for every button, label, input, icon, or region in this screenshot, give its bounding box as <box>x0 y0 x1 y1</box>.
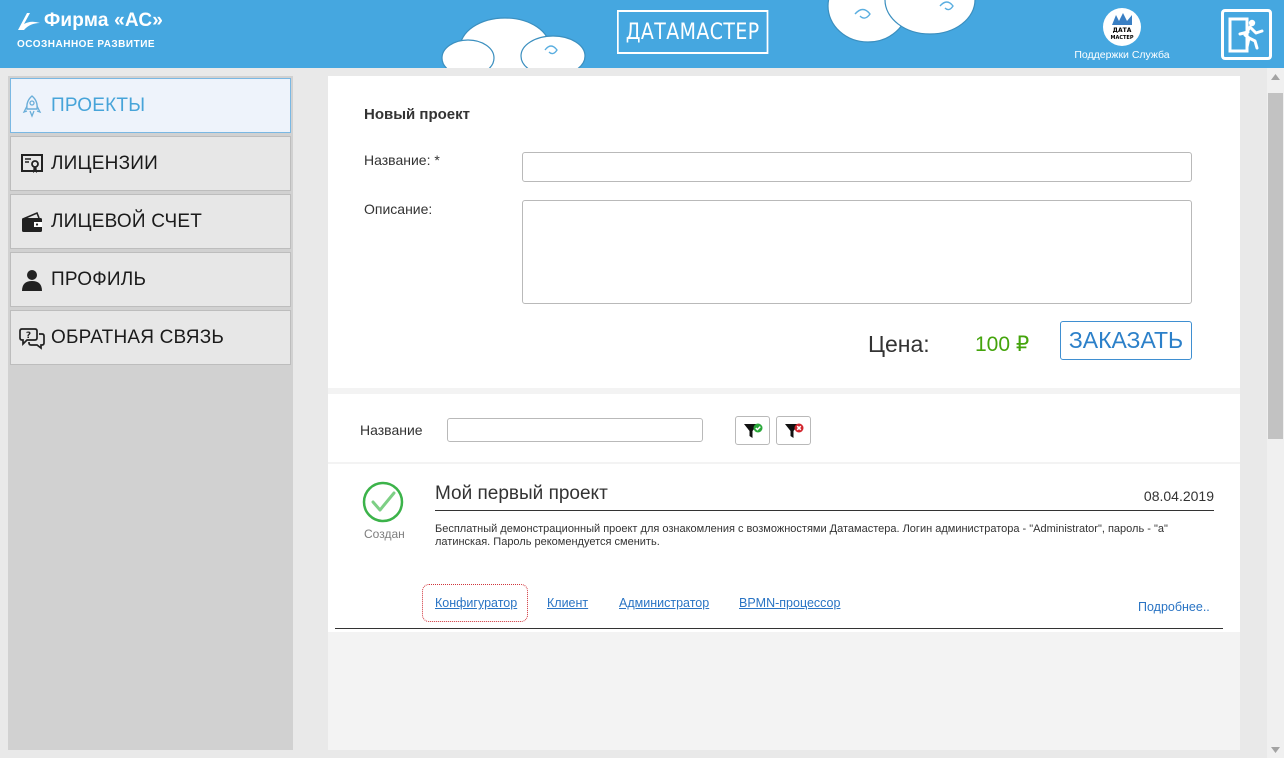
new-project-title: Новый проект <box>364 106 470 123</box>
datamaster-mini-icon: ДАТА МАСТЕР <box>1110 13 1134 41</box>
rocket-icon <box>19 93 45 119</box>
order-button[interactable]: ЗАКАЗАТЬ <box>1060 321 1192 360</box>
sidebar-item-licenses[interactable]: ЛИЦЕНЗИИ <box>10 136 291 191</box>
link-configurator[interactable]: Конфигуратор <box>435 596 517 610</box>
project-title[interactable]: Мой первый проект <box>435 483 608 505</box>
certificate-icon <box>19 151 45 177</box>
link-administrator[interactable]: Администратор <box>619 596 709 610</box>
sidebar-item-account[interactable]: ЛИЦЕВОЙ СЧЕТ <box>10 194 291 249</box>
filter-clear-icon <box>784 423 803 438</box>
sidebar-item-label: ЛИЦЕНЗИИ <box>51 152 158 174</box>
project-name-input[interactable] <box>522 152 1192 182</box>
project-date: 08.04.2019 <box>1143 488 1214 504</box>
filter-apply-icon <box>743 423 762 438</box>
company-logo-mark <box>18 13 40 30</box>
project-description-input[interactable] <box>522 200 1192 304</box>
sidebar-item-label: ПРОЕКТЫ <box>51 94 146 116</box>
filter-apply-button[interactable] <box>735 416 770 445</box>
divider <box>335 628 1223 629</box>
empty-area <box>328 632 1240 750</box>
filter-panel: Название <box>328 394 1240 462</box>
company-name: Фирма «АС» <box>44 10 164 31</box>
link-client[interactable]: Клиент <box>547 596 588 610</box>
name-label: Название: * <box>364 152 440 168</box>
sidebar-item-projects[interactable]: ПРОЕКТЫ <box>10 78 291 133</box>
link-bpmn-processor[interactable]: BPMN-процессор <box>739 596 840 610</box>
sidebar-item-feedback[interactable]: ? ОБРАТНАЯ СВЯЗЬ <box>10 310 291 365</box>
project-status: Создан <box>364 527 405 541</box>
wallet-icon <box>19 209 45 235</box>
project-card: Создан Мой первый проект 08.04.2019 Бесп… <box>328 464 1240 632</box>
filter-clear-button[interactable] <box>776 416 811 445</box>
filter-name-input[interactable] <box>447 418 703 442</box>
feedback-icon: ? <box>19 325 45 351</box>
svg-text:МАСТЕР: МАСТЕР <box>1110 35 1133 41</box>
scroll-up-arrow-icon[interactable] <box>1267 68 1284 85</box>
description-label: Описание: <box>364 201 433 217</box>
filter-name-label: Название <box>360 422 423 438</box>
scroll-down-arrow-icon[interactable] <box>1267 741 1284 758</box>
svg-text:ДАТА: ДАТА <box>1113 27 1132 34</box>
sidebar-item-label: ЛИЦЕВОЙ СЧЕТ <box>51 210 203 232</box>
sidebar-item-profile[interactable]: ПРОФИЛЬ <box>10 252 291 307</box>
sidebar-item-label: ПРОФИЛЬ <box>51 268 147 290</box>
project-description: Бесплатный демонстрационный проект для о… <box>435 523 1168 548</box>
sidebar: ПРОЕКТЫ ЛИЦЕНЗИИ ЛИЦЕВОЙ СЧЕТ ПРОФИЛЬ ? … <box>8 76 293 750</box>
exit-button[interactable] <box>1221 9 1272 60</box>
company-logo[interactable]: Фирма «АС» ОСОЗНАННОЕ РАЗВИТИЕ <box>16 10 163 50</box>
new-project-panel: Новый проект Название: * Описание: Цена:… <box>328 76 1240 388</box>
status-created-icon <box>362 481 404 523</box>
svg-text:?: ? <box>26 331 31 341</box>
support-service[interactable]: ДАТА МАСТЕР Поддержки Служба <box>1068 8 1176 61</box>
more-link[interactable]: Подробнее.. <box>1138 600 1210 614</box>
sidebar-item-label: ОБРАТНАЯ СВЯЗЬ <box>51 326 225 348</box>
exit-door-icon <box>1228 17 1263 52</box>
price-value: 100 ₽ <box>975 333 1030 356</box>
divider <box>435 510 1214 511</box>
scrollbar-thumb[interactable] <box>1268 93 1283 439</box>
support-label: Поддержки Служба <box>1074 49 1170 61</box>
vertical-scrollbar[interactable] <box>1267 68 1284 758</box>
brand-logo: ДАТАМАСТЕР <box>617 10 769 54</box>
price-label: Цена: <box>868 331 930 357</box>
main-content: Новый проект Название: * Описание: Цена:… <box>328 76 1240 750</box>
user-icon <box>19 267 45 293</box>
support-logo: ДАТА МАСТЕР <box>1103 8 1141 46</box>
company-tagline: ОСОЗНАННОЕ РАЗВИТИЕ <box>17 39 156 50</box>
app-header: Фирма «АС» ОСОЗНАННОЕ РАЗВИТИЕ ДАТАМАСТЕ… <box>0 0 1284 68</box>
